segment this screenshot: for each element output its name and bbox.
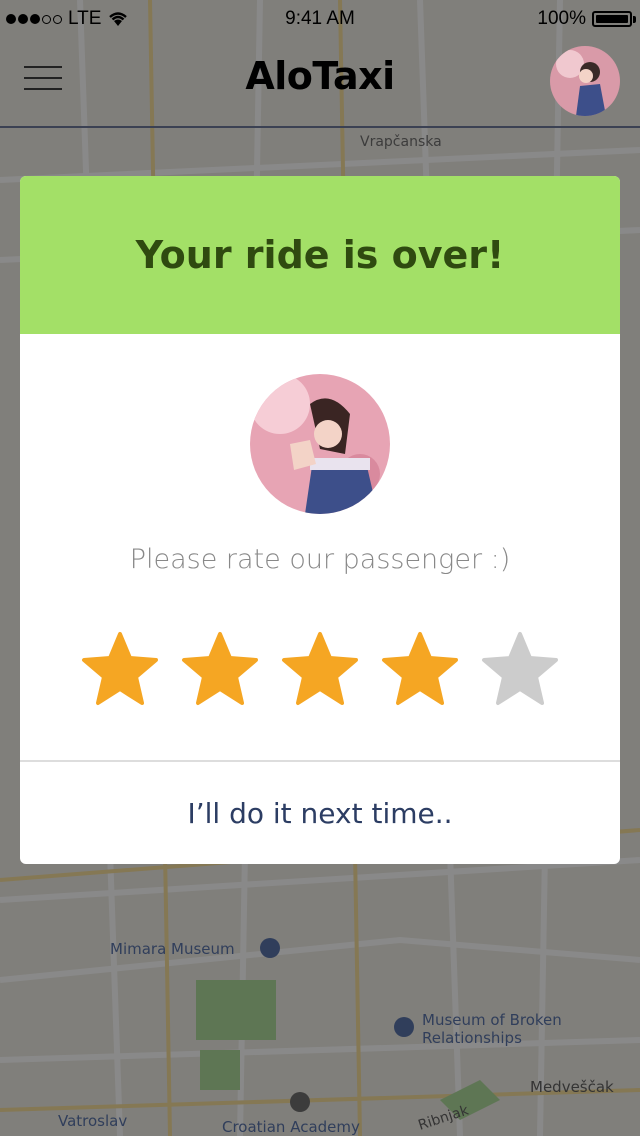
status-right: 100% [537, 8, 636, 30]
star-3-icon[interactable] [280, 630, 360, 710]
screen: Vrapčanska Mimara Museum Museum of Broke… [0, 0, 640, 1136]
rate-prompt: Please rate our passenger :) [129, 544, 511, 575]
skip-rating-button[interactable]: I’ll do it next time.. [20, 762, 620, 864]
user-avatar[interactable] [550, 46, 620, 116]
battery-icon [592, 11, 636, 27]
battery-label: 100% [537, 8, 586, 29]
modal-title: Your ride is over! [135, 233, 505, 277]
star-1-icon[interactable] [80, 630, 160, 710]
status-bar: LTE 9:41 AM 100% [0, 0, 640, 40]
star-4-icon[interactable] [380, 630, 460, 710]
nav-bar: AloTaxi [0, 40, 640, 128]
star-rating[interactable] [80, 630, 560, 710]
star-2-icon[interactable] [180, 630, 260, 710]
modal-header: Your ride is over! [20, 176, 620, 334]
rating-modal: Your ride is over! Please rate our passe… [20, 176, 620, 864]
app-title: AloTaxi [245, 54, 395, 98]
passenger-avatar [250, 374, 390, 514]
star-5-icon[interactable] [480, 630, 560, 710]
